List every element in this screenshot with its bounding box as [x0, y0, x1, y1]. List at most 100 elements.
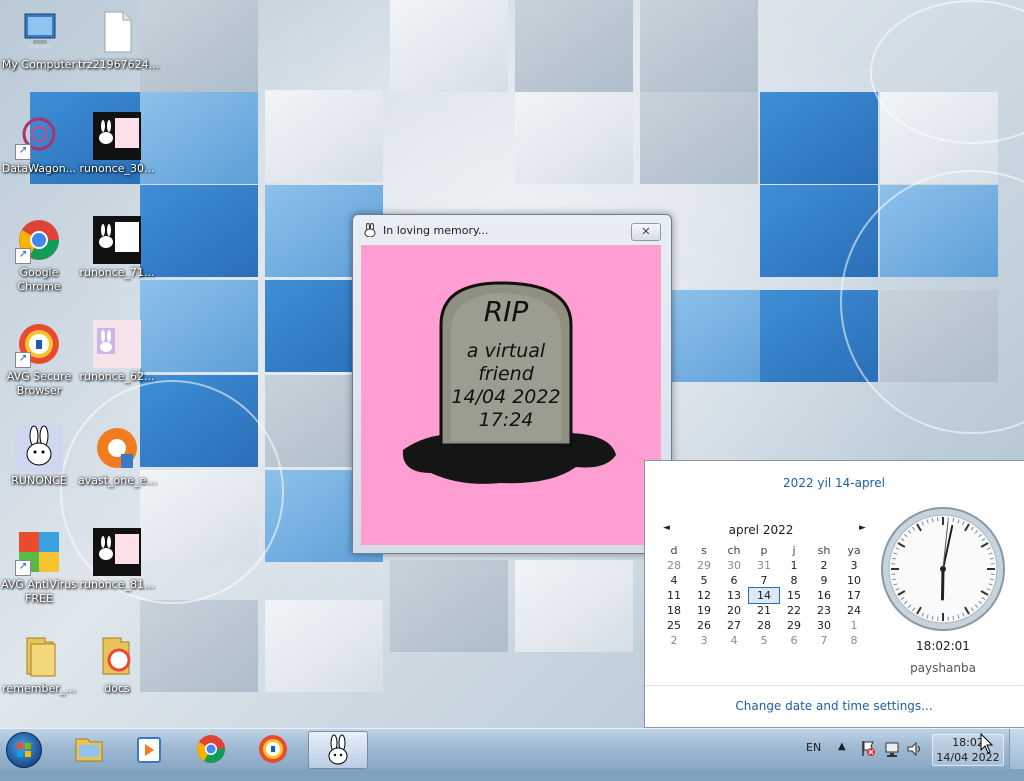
desktop-icon-avg-antivirus[interactable]: ↗ AVG AntiVirus FREE	[0, 528, 78, 606]
calendar-day[interactable]: 16	[809, 588, 839, 603]
network-icon[interactable]	[884, 740, 902, 780]
desktop-icon-runonce-30[interactable]: runonce_30...	[78, 112, 156, 176]
calendar-day[interactable]: 5	[749, 633, 779, 648]
desktop-icon-my-computer[interactable]: My Computer	[0, 8, 78, 72]
calendar-day[interactable]: 23	[809, 603, 839, 618]
calendar-day[interactable]: 18	[659, 603, 689, 618]
bunny-icon	[309, 732, 367, 768]
calendar-day[interactable]: 28	[659, 558, 689, 573]
calendar-day[interactable]: 13	[719, 588, 749, 603]
desktop-icon-label: RUNONCE	[0, 474, 78, 488]
weekday-header: s	[689, 543, 719, 558]
calendar-day[interactable]: 3	[689, 633, 719, 648]
calendar-day[interactable]: 2	[809, 558, 839, 573]
calendar-day[interactable]: 6	[779, 633, 809, 648]
calendar-day[interactable]: 9	[809, 573, 839, 588]
calendar-day[interactable]: 10	[839, 573, 869, 588]
calendar-day[interactable]: 2	[659, 633, 689, 648]
computer-icon	[15, 8, 63, 56]
divider	[645, 685, 1023, 686]
show-hidden-icons-button[interactable]: ▲	[838, 741, 846, 781]
calendar-day[interactable]: 27	[719, 618, 749, 633]
avg-secure-browser-icon: ↗	[15, 320, 63, 368]
desktop-icon-runonce-71[interactable]: runonce_71...	[78, 216, 156, 280]
weekday-header: j	[779, 543, 809, 558]
date-time-flyout[interactable]: 2022 yil 14-aprel ◄ aprel 2022 ► d s ch …	[644, 460, 1024, 728]
calendar-day[interactable]: 28	[749, 618, 779, 633]
next-month-button[interactable]: ►	[859, 523, 866, 533]
calendar-day[interactable]: 3	[839, 558, 869, 573]
desktop-icon-trz-file[interactable]: trz21967624...	[78, 8, 156, 72]
tombstone-line-2: a virtual	[467, 340, 546, 362]
wallpaper-tile	[265, 90, 383, 182]
taskbar-avg-browser-button[interactable]	[244, 731, 302, 767]
action-center-flag-icon[interactable]	[860, 739, 876, 779]
start-button[interactable]	[6, 732, 42, 768]
calendar-day[interactable]: 30	[809, 618, 839, 633]
shortcut-arrow-icon: ↗	[15, 560, 31, 576]
calendar-day[interactable]: 24	[839, 603, 869, 618]
language-indicator[interactable]: EN	[806, 741, 821, 781]
calendar-day[interactable]: 7	[809, 633, 839, 648]
calendar-day[interactable]: 19	[689, 603, 719, 618]
calendar-day[interactable]: 29	[689, 558, 719, 573]
calendar-day[interactable]: 21	[749, 603, 779, 618]
calendar-day[interactable]: 29	[779, 618, 809, 633]
change-date-time-settings-link[interactable]: Change date and time settings...	[645, 699, 1023, 713]
wallpaper-tile	[515, 560, 633, 652]
avast-installer-icon	[93, 424, 141, 472]
calendar-day[interactable]: 22	[779, 603, 809, 618]
calendar-day[interactable]: 4	[719, 633, 749, 648]
in-loving-memory-window[interactable]: In loving memory... ✕ RIP a virtual frie…	[352, 214, 672, 554]
taskbar-runonce-button[interactable]	[308, 731, 368, 769]
calendar-day[interactable]: 6	[719, 573, 749, 588]
calendar-day[interactable]: 11	[659, 588, 689, 603]
desktop-icon-avg-secure-browser[interactable]: ↗ AVG Secure Browser	[0, 320, 78, 398]
desktop-icon-datawagon[interactable]: ↗ DataWagon...	[0, 112, 78, 176]
calendar-day[interactable]: 20	[719, 603, 749, 618]
weekday-header: d	[659, 543, 689, 558]
volume-icon[interactable]	[906, 740, 924, 780]
desktop[interactable]: My Computer ↗ DataWagon... ↗ Google Chro…	[0, 0, 1024, 728]
datawagon-icon: ↗	[15, 112, 63, 160]
calendar-day[interactable]: 26	[689, 618, 719, 633]
taskbar-media-player-button[interactable]	[120, 731, 178, 767]
taskbar-chrome-button[interactable]	[182, 731, 240, 767]
show-desktop-button[interactable]	[1009, 729, 1024, 769]
calendar-day[interactable]: 31	[749, 558, 779, 573]
calendar-day[interactable]: 4	[659, 573, 689, 588]
calendar-day[interactable]: 15	[779, 588, 809, 603]
desktop-icon-runonce-81[interactable]: runonce_81...	[78, 528, 156, 592]
desktop-icon-runonce[interactable]: RUNONCE	[0, 424, 78, 488]
bunny-thumbnail-icon	[93, 528, 141, 576]
calendar-day-today[interactable]: 14	[749, 588, 779, 603]
desktop-icon-remember[interactable]: remember_...	[0, 632, 78, 696]
windows-logo-icon	[7, 733, 41, 767]
tombstone-line-5: 17:24	[479, 409, 534, 431]
long-date-link[interactable]: 2022 yil 14-aprel	[645, 476, 1023, 490]
calendar-day[interactable]: 5	[689, 573, 719, 588]
avg-secure-browser-icon	[244, 731, 302, 767]
calendar-day[interactable]: 12	[689, 588, 719, 603]
close-button[interactable]: ✕	[631, 223, 661, 241]
shortcut-arrow-icon: ↗	[15, 144, 31, 160]
desktop-icon-runonce-62[interactable]: runonce_62...	[78, 320, 156, 384]
desktop-icon-google-chrome[interactable]: ↗ Google Chrome	[0, 216, 78, 294]
chrome-icon	[182, 731, 240, 767]
window-titlebar[interactable]: In loving memory... ✕	[353, 215, 671, 243]
taskbar-explorer-button[interactable]	[60, 731, 118, 767]
calendar-day[interactable]: 8	[779, 573, 809, 588]
calendar-day[interactable]: 17	[839, 588, 869, 603]
calendar-day[interactable]: 8	[839, 633, 869, 648]
desktop-icon-docs[interactable]: docs	[78, 632, 156, 696]
calendar-day[interactable]: 1	[779, 558, 809, 573]
wallpaper-tile	[760, 92, 878, 184]
calendar-day[interactable]: 7	[749, 573, 779, 588]
desktop-icon-label: AVG AntiVirus FREE	[0, 578, 78, 606]
calendar-day[interactable]: 1	[839, 618, 869, 633]
calendar-day[interactable]: 25	[659, 618, 689, 633]
month-title[interactable]: aprel 2022	[663, 523, 859, 537]
wallpaper-tile	[390, 0, 508, 92]
desktop-icon-avast-one[interactable]: avast_one_e...	[78, 424, 156, 488]
calendar-day[interactable]: 30	[719, 558, 749, 573]
